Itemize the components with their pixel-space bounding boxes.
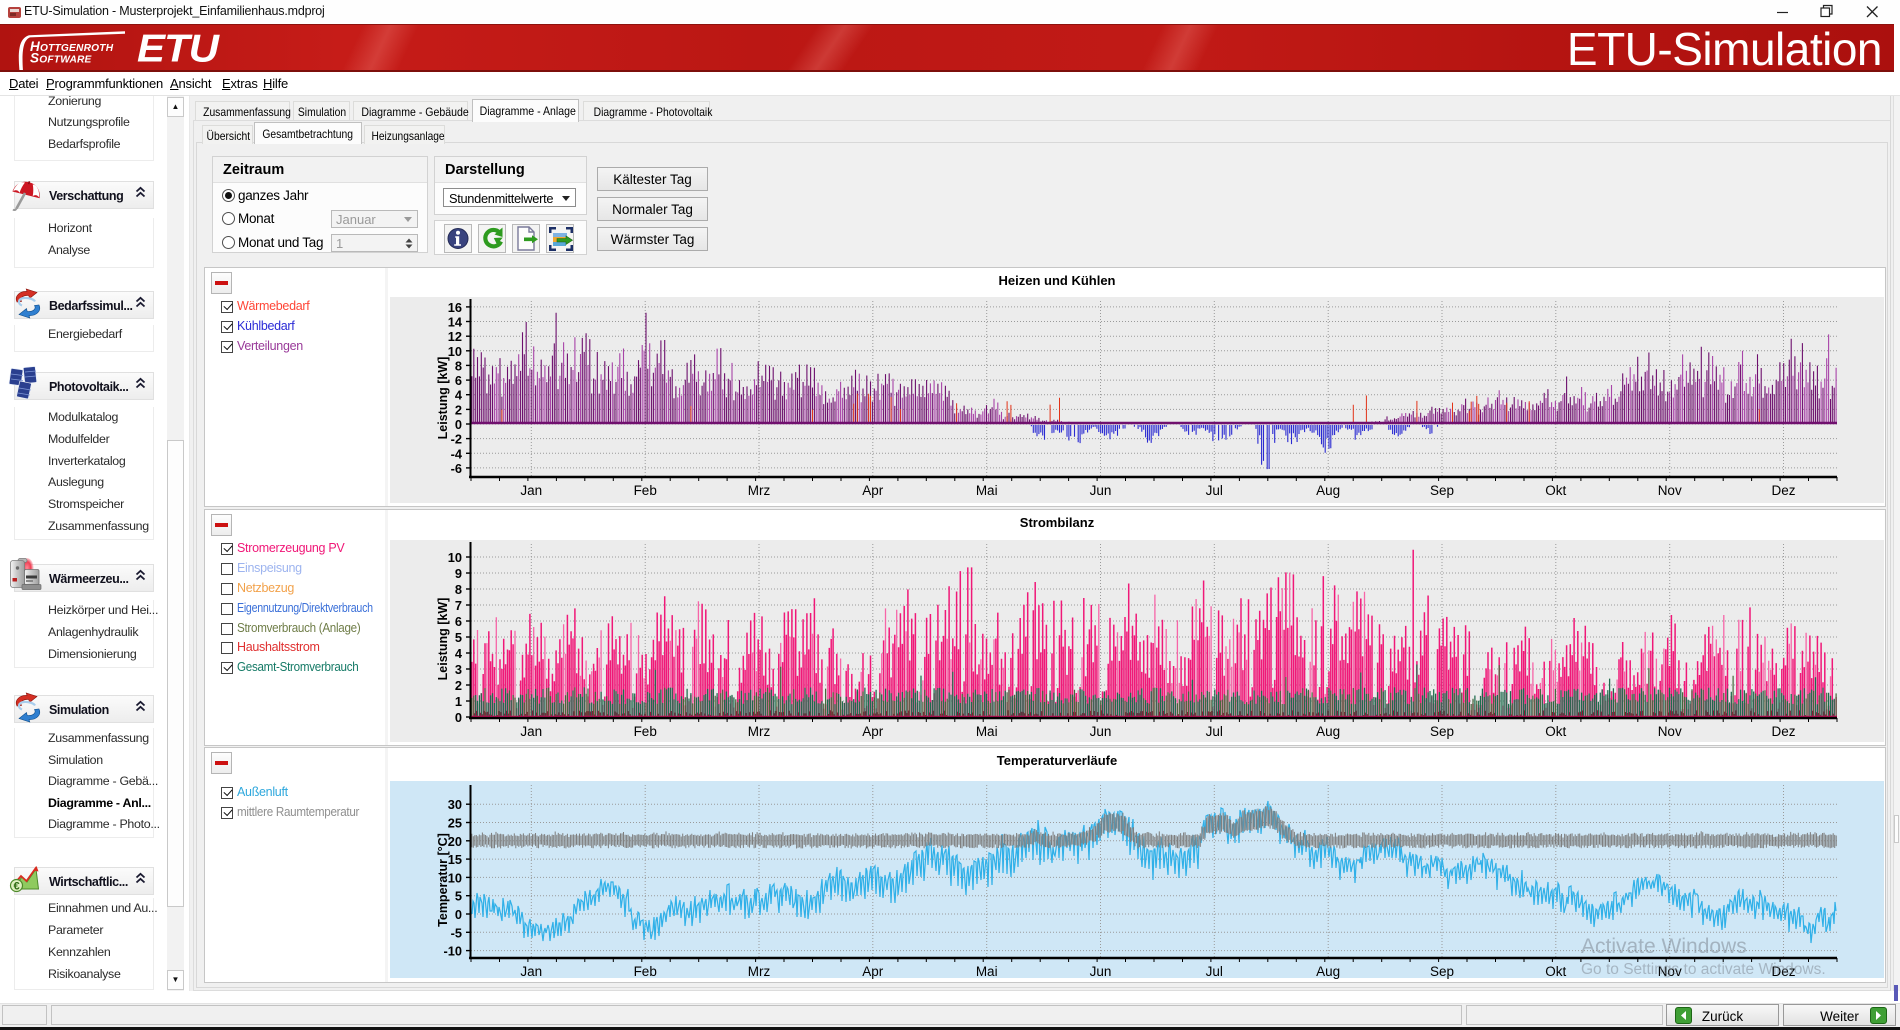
svg-text:Leistung [kW]: Leistung [kW]: [436, 598, 450, 681]
svg-text:7: 7: [455, 598, 462, 613]
svg-text:16: 16: [448, 300, 462, 315]
svg-text:Okt: Okt: [1545, 724, 1566, 739]
svg-text:Apr: Apr: [862, 724, 884, 739]
svg-text:12: 12: [448, 329, 462, 344]
svg-text:0: 0: [455, 907, 462, 922]
svg-text:-6: -6: [451, 461, 462, 476]
svg-text:10: 10: [448, 550, 462, 565]
svg-text:Jan: Jan: [520, 724, 542, 739]
svg-text:Jun: Jun: [1090, 724, 1112, 739]
svg-text:Okt: Okt: [1545, 964, 1566, 979]
svg-text:9: 9: [455, 566, 462, 581]
svg-text:4: 4: [455, 646, 463, 661]
svg-text:Jul: Jul: [1206, 483, 1223, 498]
svg-text:Dez: Dez: [1771, 483, 1795, 498]
svg-text:Mai: Mai: [976, 964, 998, 979]
svg-text:Jul: Jul: [1206, 964, 1223, 979]
svg-text:Jun: Jun: [1090, 483, 1112, 498]
svg-text:-4: -4: [451, 446, 463, 461]
svg-text:Jun: Jun: [1090, 964, 1112, 979]
svg-text:Nov: Nov: [1658, 483, 1682, 498]
svg-text:-5: -5: [451, 925, 462, 940]
svg-text:3: 3: [455, 662, 462, 677]
svg-text:Apr: Apr: [862, 483, 884, 498]
svg-text:14: 14: [448, 315, 463, 330]
svg-text:Aug: Aug: [1316, 483, 1340, 498]
svg-text:8: 8: [455, 358, 462, 373]
svg-text:2: 2: [455, 402, 462, 417]
svg-text:5: 5: [455, 889, 462, 904]
svg-text:Mrz: Mrz: [748, 724, 771, 739]
svg-text:Sep: Sep: [1430, 483, 1454, 498]
svg-text:Okt: Okt: [1545, 483, 1566, 498]
svg-text:ETU: ETU: [137, 26, 221, 70]
svg-text:Apr: Apr: [862, 964, 884, 979]
svg-text:10: 10: [448, 344, 462, 359]
svg-text:4: 4: [455, 388, 463, 403]
svg-text:Feb: Feb: [634, 964, 657, 979]
svg-text:Nov: Nov: [1658, 724, 1682, 739]
svg-text:-10: -10: [444, 944, 463, 959]
svg-text:Sep: Sep: [1430, 964, 1454, 979]
svg-text:Aug: Aug: [1316, 964, 1340, 979]
svg-text:30: 30: [448, 797, 462, 812]
svg-text:Dez: Dez: [1771, 724, 1795, 739]
svg-text:Jan: Jan: [520, 483, 542, 498]
svg-text:0: 0: [455, 710, 462, 725]
svg-text:Jan: Jan: [520, 964, 542, 979]
svg-text:1: 1: [455, 694, 462, 709]
svg-text:Leistung [kW]: Leistung [kW]: [436, 357, 450, 440]
svg-text:-2: -2: [451, 432, 462, 447]
svg-text:6: 6: [455, 614, 462, 629]
svg-text:Mrz: Mrz: [748, 964, 771, 979]
svg-text:25: 25: [448, 816, 462, 831]
svg-text:€: €: [13, 881, 19, 893]
svg-text:Sep: Sep: [1430, 724, 1454, 739]
svg-text:Mai: Mai: [976, 483, 998, 498]
svg-text:Aug: Aug: [1316, 724, 1340, 739]
svg-text:6: 6: [455, 373, 462, 388]
svg-text:Feb: Feb: [634, 724, 657, 739]
svg-text:Jul: Jul: [1206, 724, 1223, 739]
svg-text:HOTTGENROTH: HOTTGENROTH: [30, 39, 114, 54]
svg-text:Mai: Mai: [976, 724, 998, 739]
svg-text:Mrz: Mrz: [748, 483, 771, 498]
svg-text:8: 8: [455, 582, 462, 597]
svg-text:0: 0: [455, 417, 462, 432]
svg-text:Feb: Feb: [634, 483, 657, 498]
svg-text:2: 2: [455, 678, 462, 693]
svg-text:5: 5: [455, 630, 462, 645]
svg-text:Temperatur [°C]: Temperatur [°C]: [436, 833, 450, 927]
